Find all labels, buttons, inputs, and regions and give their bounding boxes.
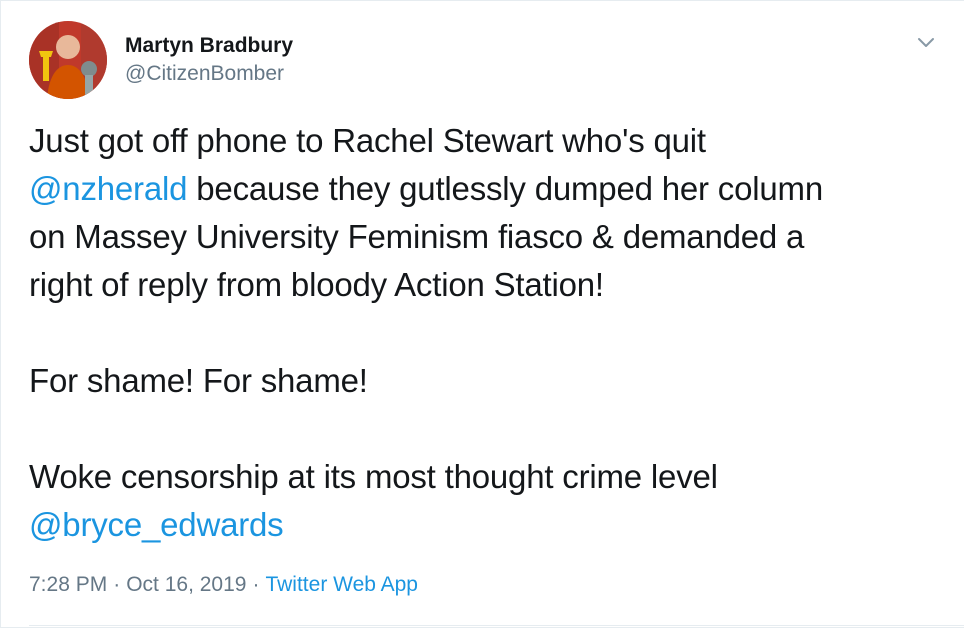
tweet-line: Just got off phone to Rachel Stewart who…	[29, 122, 706, 159]
tweet-line: @bryce_edwards	[29, 501, 949, 549]
user-handle[interactable]: @CitizenBomber	[125, 62, 293, 86]
display-name[interactable]: Martyn Bradbury	[125, 34, 293, 58]
meta-separator: ·	[252, 573, 260, 596]
profile-photo-icon	[29, 21, 107, 99]
chevron-down-icon[interactable]	[914, 31, 938, 55]
tweet-meta: 7:28 PM · Oct 16, 2019 · Twitter Web App	[29, 571, 418, 599]
tweet-line: Woke censorship at its most thought crim…	[29, 458, 718, 495]
tweet-date[interactable]: Oct 16, 2019	[126, 573, 246, 596]
tweet-text: Just got off phone to Rachel Stewart who…	[29, 117, 949, 549]
avatar[interactable]	[29, 21, 107, 99]
tweet-line: on Massey University Feminism fiasco & d…	[29, 218, 805, 255]
author-info: Martyn Bradbury @CitizenBomber	[125, 34, 293, 86]
tweet-line: @nzherald because they gutlessly dumped …	[29, 165, 949, 213]
mention-link-nzherald[interactable]: @nzherald	[29, 170, 187, 207]
tweet-time[interactable]: 7:28 PM	[29, 573, 107, 596]
divider	[29, 625, 964, 626]
tweet-line: right of reply from bloody Action Statio…	[29, 266, 604, 303]
tweet-source-link[interactable]: Twitter Web App	[265, 573, 418, 596]
mention-link-bryce-edwards[interactable]: @bryce_edwards	[29, 506, 284, 543]
tweet-card: Martyn Bradbury @CitizenBomber Just got …	[0, 0, 964, 628]
tweet-line-text: because they gutlessly dumped her column	[187, 170, 823, 207]
meta-separator: ·	[113, 573, 121, 596]
tweet-line: For shame! For shame!	[29, 362, 368, 399]
